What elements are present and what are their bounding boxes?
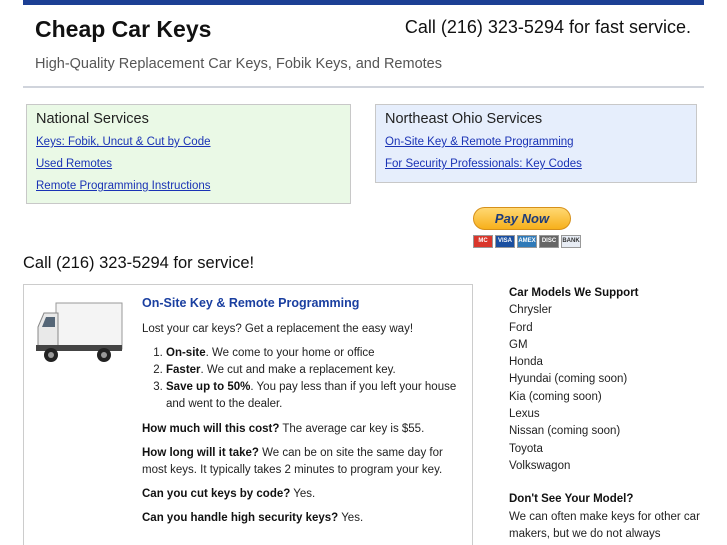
national-services-box: National Services Keys: Fobik, Uncut & C…: [26, 104, 351, 204]
tagline: High-Quality Replacement Car Keys, Fobik…: [35, 56, 442, 72]
discover-icon: DISC: [539, 235, 559, 248]
link-key-codes[interactable]: For Security Professionals: Key Codes: [385, 153, 687, 175]
main-intro: Lost your car keys? Get a replacement th…: [142, 323, 414, 335]
missing-model-text: We can often make keys for other car mak…: [509, 510, 700, 540]
main-content-box: On-Site Key & Remote Programming Lost yo…: [23, 284, 473, 545]
model-item: Chrysler: [509, 304, 552, 317]
ohio-services-box: Northeast Ohio Services On-Site Key & Re…: [375, 104, 697, 183]
missing-model-heading: Don't See Your Model?: [509, 493, 634, 506]
national-services-heading: National Services: [36, 111, 149, 127]
model-item: GM: [509, 338, 528, 351]
sidebar: Car Models We Support Chrysler Ford GM H…: [509, 285, 709, 543]
amex-icon: AMEX: [517, 235, 537, 248]
bank-icon: BANK: [561, 235, 581, 248]
site-title[interactable]: Cheap Car Keys: [35, 16, 211, 43]
list-item: Save up to 50%. You pay less than if you…: [166, 379, 467, 413]
link-remote-programming[interactable]: Remote Programming Instructions: [36, 175, 341, 197]
models-heading: Car Models We Support: [509, 287, 639, 299]
model-item: Kia (coming soon): [509, 390, 602, 403]
model-item: Volkswagon: [509, 459, 571, 472]
link-used-remotes[interactable]: Used Remotes: [36, 153, 341, 175]
model-item: Hyundai (coming soon): [509, 373, 628, 386]
model-item: Honda: [509, 356, 543, 369]
model-item: Ford: [509, 321, 533, 334]
visa-icon: VISA: [495, 235, 515, 248]
faq-item: Can you cut keys by code? Yes.: [142, 488, 316, 500]
payment-cards: MC VISA AMEX DISC BANK: [473, 235, 581, 248]
top-accent-bar: [23, 0, 704, 5]
header-divider: [23, 86, 704, 88]
model-item: Toyota: [509, 442, 543, 455]
faq-item: Can you handle high security keys? Yes.: [142, 512, 364, 524]
faq-item: How much will this cost? The average car…: [142, 423, 425, 435]
list-item: Faster. We cut and make a replacement ke…: [166, 362, 467, 379]
mastercard-icon: MC: [473, 235, 493, 248]
truck-icon: [36, 302, 123, 362]
model-item: Nissan (coming soon): [509, 425, 621, 438]
faq-item: How long will it take? We can be on site…: [142, 447, 443, 476]
service-heading: Call (216) 323-5294 for service!: [23, 254, 255, 272]
list-item: On-site. We come to your home or office: [166, 345, 467, 362]
ohio-services-heading: Northeast Ohio Services: [385, 111, 543, 127]
main-title[interactable]: On-Site Key & Remote Programming: [142, 295, 467, 312]
benefit-list: On-site. We come to your home or office …: [166, 345, 467, 413]
link-onsite-programming[interactable]: On-Site Key & Remote Programming: [385, 131, 687, 153]
link-keys-fobik[interactable]: Keys: Fobik, Uncut & Cut by Code: [36, 131, 341, 153]
pay-now-button[interactable]: Pay Now: [473, 207, 571, 230]
header-phone: Call (216) 323-5294 for fast service.: [404, 17, 691, 37]
model-item: Lexus: [509, 408, 540, 421]
